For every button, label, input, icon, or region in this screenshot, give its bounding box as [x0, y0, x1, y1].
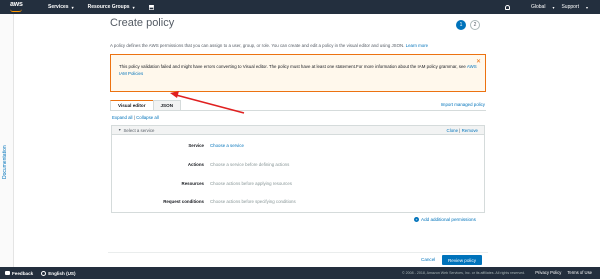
aws-logo-text: aws [10, 1, 23, 8]
panel-header[interactable]: ▼ Select a service Clone | Remove [112, 126, 484, 135]
nav-menu: Services ▾ Resource Groups ▾ ⬒ [48, 4, 154, 11]
chat-icon [5, 271, 10, 275]
feedback-label: Feedback [12, 270, 34, 276]
language-label: English (US) [48, 270, 76, 276]
expand-all-link[interactable]: Expand all [112, 115, 133, 120]
aws-logo[interactable]: aws [9, 1, 27, 13]
tab-visual-editor[interactable]: Visual editor [110, 100, 154, 110]
aws-smile-icon [10, 9, 22, 12]
top-navigation: aws Services ▾ Resource Groups ▾ ⬒ Globa… [0, 0, 600, 14]
bell-icon[interactable] [505, 4, 510, 10]
language-selector[interactable]: English (US) [41, 270, 76, 276]
description-text: A policy defines the AWS permissions tha… [110, 43, 405, 48]
collapse-all-link[interactable]: Collapse all [136, 115, 159, 120]
nav-right: Global ▾ Support ▾ [505, 0, 588, 14]
caret-down-icon: ▼ [118, 128, 122, 132]
feedback-button[interactable]: Feedback [5, 271, 33, 276]
editor-tabs: Visual editor JSON [110, 100, 182, 110]
privacy-policy-link[interactable]: Privacy Policy [535, 270, 561, 275]
resource-groups-menu[interactable]: Resource Groups [88, 4, 130, 10]
separator: | [459, 128, 461, 133]
chevron-down-icon: ▾ [585, 4, 588, 10]
warning-text: This policy validation failed and might … [119, 64, 466, 69]
action-bar: Cancel Review policy [108, 252, 488, 267]
terms-of-use-link[interactable]: Terms of Use [567, 270, 592, 275]
chevron-down-icon: ▾ [552, 4, 555, 10]
warning-banner: This policy validation failed and might … [110, 54, 486, 92]
documentation-rail[interactable]: Documentation [0, 14, 14, 267]
row-value: Choose actions before applying resources [210, 180, 293, 186]
row-value: Choose a service before defining actions [210, 161, 290, 167]
row-label: Resources [181, 180, 204, 186]
row-label: Service [188, 142, 204, 148]
separator: | [133, 115, 135, 120]
tab-divider [110, 110, 486, 111]
add-permissions-label: Add additional permissions [421, 217, 476, 222]
services-menu[interactable]: Services [48, 4, 69, 10]
remove-link[interactable]: Remove [462, 128, 478, 133]
copyright: © 2008 - 2018, Amazon Web Services, Inc.… [402, 271, 526, 275]
warning-message: This policy validation failed and might … [119, 64, 479, 77]
step-indicator: 1 2 [456, 20, 480, 30]
account-menu[interactable]: Global [531, 4, 545, 10]
row-value: Choose actions before specifying conditi… [210, 198, 296, 204]
tab-json[interactable]: JSON [152, 100, 182, 110]
cancel-button[interactable]: Cancel [421, 257, 435, 262]
resources-row: Resources Choose actions before applying… [112, 179, 484, 187]
choose-service-link[interactable]: Choose a service [210, 143, 244, 148]
page-description: A policy defines the AWS permissions tha… [110, 43, 428, 48]
clone-link[interactable]: Clone [447, 128, 458, 133]
close-icon[interactable]: ✕ [476, 58, 481, 65]
import-managed-policy-link[interactable]: Import managed policy [441, 102, 485, 107]
row-label: Request conditions [163, 198, 204, 204]
row-label: Actions [187, 161, 204, 167]
actions-row: Actions Choose a service before defining… [112, 160, 484, 168]
main-content: Create policy 1 2 A policy defines the A… [108, 14, 488, 267]
permission-panel: ▼ Select a service Clone | Remove Servic… [111, 125, 485, 213]
page-title: Create policy [110, 17, 175, 29]
panel-actions: Clone | Remove [447, 128, 478, 133]
footer-links: Privacy Policy Terms of Use [535, 270, 592, 275]
expand-collapse-controls: Expand all | Collapse all [112, 115, 159, 120]
review-policy-button[interactable]: Review policy [442, 255, 482, 265]
console-footer: Feedback English (US) © 2008 - 2018, Ama… [0, 267, 600, 279]
pin-icon[interactable]: ⬒ [149, 4, 155, 11]
chevron-down-icon: ▾ [132, 4, 135, 10]
step-2: 2 [470, 20, 480, 30]
chevron-down-icon: ▾ [71, 4, 74, 10]
service-row: Service Choose a service [112, 141, 484, 149]
documentation-label[interactable]: Documentation [2, 145, 8, 179]
panel-header-label: Select a service [123, 127, 155, 133]
step-1: 1 [456, 20, 466, 30]
support-menu[interactable]: Support [561, 4, 579, 10]
request-conditions-row: Request conditions Choose actions before… [112, 197, 484, 205]
plus-icon: + [414, 217, 419, 222]
learn-more-link[interactable]: Learn more [406, 43, 428, 48]
globe-icon [41, 270, 47, 276]
add-permissions-button[interactable]: + Add additional permissions [414, 217, 476, 222]
